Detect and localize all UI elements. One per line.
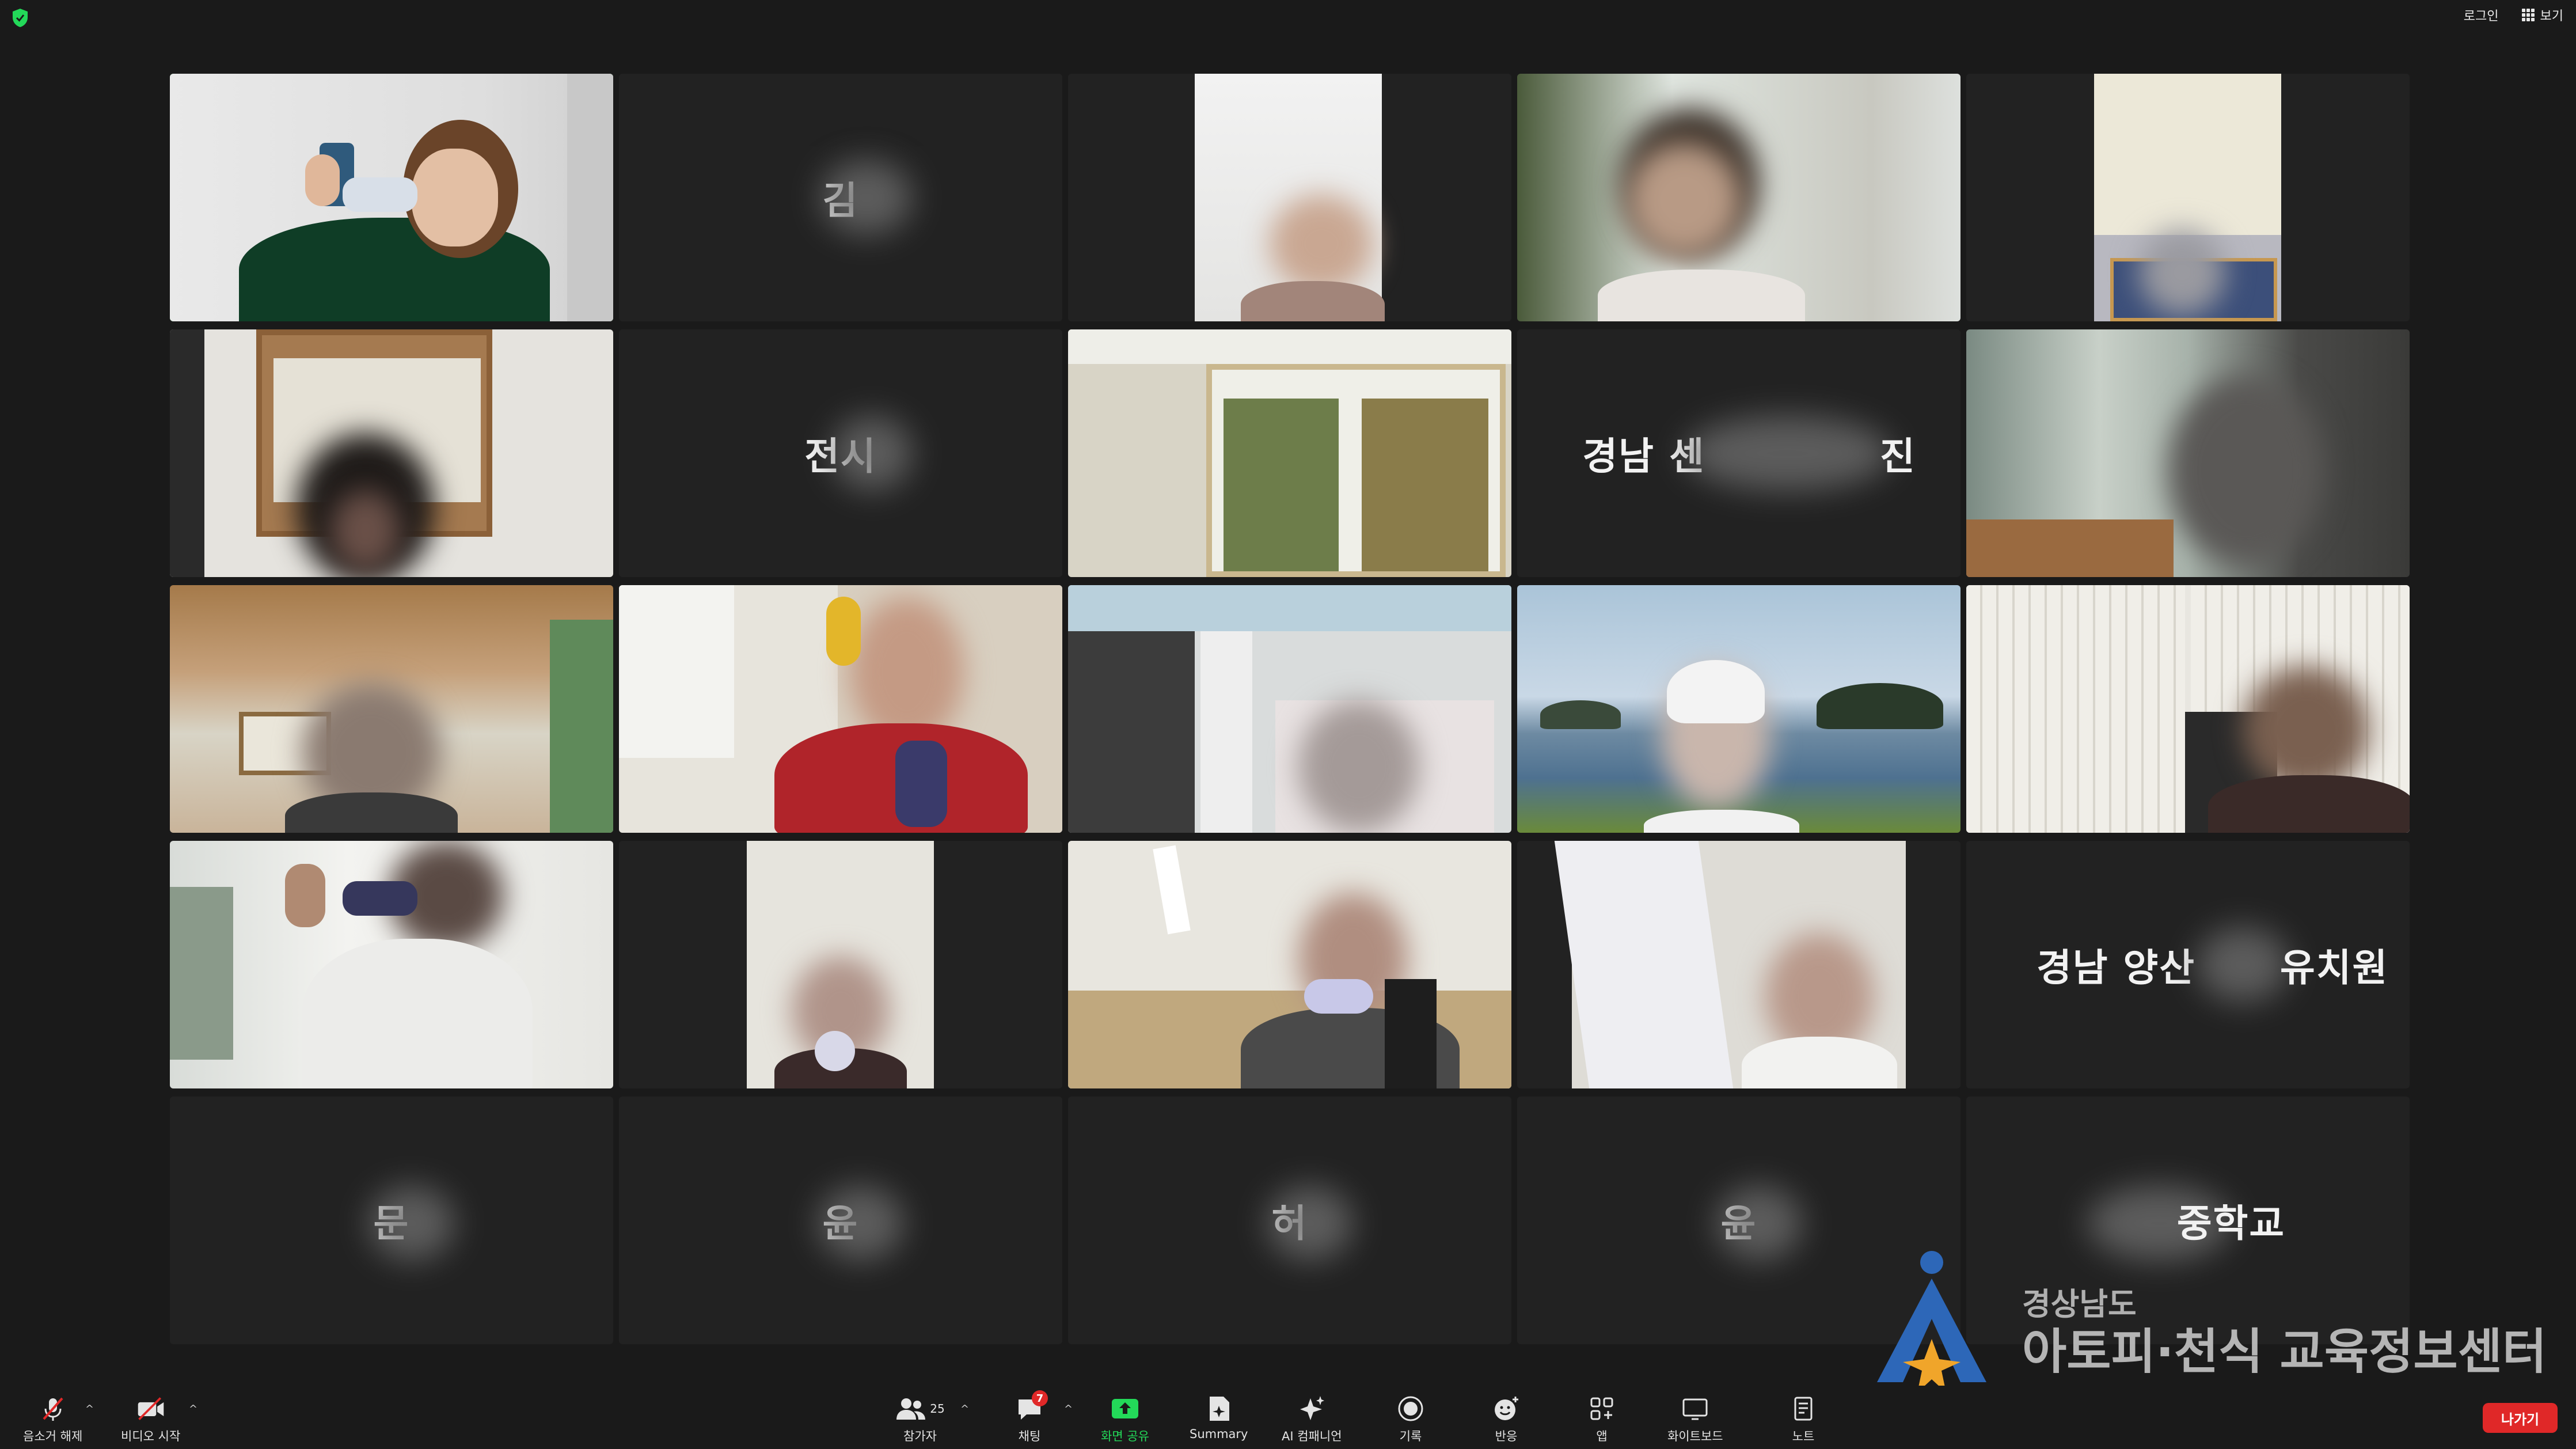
- video-options-caret-icon[interactable]: ^: [189, 1403, 197, 1415]
- video-tile[interactable]: [1966, 329, 2410, 577]
- participant-tile-name[interactable]: 경남 센 진: [1517, 329, 1961, 577]
- apps-button[interactable]: 앱: [1587, 1394, 1617, 1444]
- participant-name-left: 경남 양산: [2037, 946, 2195, 990]
- participants-label: 참가자: [903, 1429, 937, 1443]
- unmute-button[interactable]: 음소거 해제: [23, 1394, 82, 1444]
- video-tile[interactable]: [1068, 841, 1511, 1088]
- chat-caret-icon[interactable]: ^: [1064, 1403, 1073, 1415]
- microphone-muted-icon: [43, 1397, 63, 1421]
- ai-companion-label: AI 컴패니언: [1282, 1429, 1342, 1443]
- video-tile[interactable]: [1966, 74, 2410, 321]
- reaction-smiley-icon: [1495, 1397, 1518, 1420]
- video-tile[interactable]: [170, 585, 613, 833]
- participant-name-right: 진: [1880, 434, 1916, 479]
- participant-tile-name[interactable]: 경남 양산 유치원: [1966, 841, 2410, 1088]
- summary-button[interactable]: Summary: [1190, 1394, 1248, 1441]
- whiteboard-button[interactable]: 화이트보드: [1667, 1394, 1723, 1444]
- summary-document-icon: [1209, 1397, 1229, 1421]
- video-tile[interactable]: [619, 585, 1062, 833]
- apps-label: 앱: [1596, 1429, 1608, 1443]
- leave-meeting-button[interactable]: 나가기: [2483, 1403, 2558, 1433]
- gallery-grid: 김 전시: [170, 74, 2410, 1346]
- video-tile[interactable]: [170, 841, 613, 1088]
- notes-label: 노트: [1792, 1429, 1815, 1443]
- record-button[interactable]: 기록: [1396, 1394, 1426, 1444]
- ai-sparkle-icon: [1300, 1396, 1325, 1420]
- login-link[interactable]: 로그인: [2464, 6, 2499, 24]
- video-tile-presenter[interactable]: [170, 74, 613, 321]
- chat-button[interactable]: 7 채팅: [1015, 1390, 1048, 1444]
- security-shield-icon[interactable]: [12, 8, 29, 28]
- reactions-button[interactable]: 반응: [1491, 1394, 1521, 1444]
- participant-tile-name[interactable]: 윤: [619, 1097, 1062, 1344]
- participant-name-right: 유치원: [2280, 946, 2389, 990]
- video-tile[interactable]: [1517, 585, 1961, 833]
- video-tile[interactable]: [1068, 329, 1511, 577]
- start-video-label: 비디오 시작: [121, 1429, 181, 1443]
- logo-center-name: 아토피·천식 교육정보센터: [2022, 1323, 2547, 1380]
- unmute-label: 음소거 해제: [23, 1429, 83, 1443]
- share-screen-icon: [1111, 1399, 1138, 1418]
- video-tile[interactable]: [1068, 585, 1511, 833]
- video-camera-off-icon: [138, 1397, 164, 1420]
- education-center-logo: 경상남도 아토피·천식 교육정보센터: [1871, 1250, 2547, 1399]
- ai-companion-button[interactable]: AI 컴패니언: [1282, 1394, 1342, 1444]
- meeting-toolbar: 음소거 해제 ^ 비디오 시작 ^ 25 참가자 ^ 7 채팅 ^ 화면 공유 …: [0, 1386, 2576, 1449]
- share-screen-label: 화면 공유: [1101, 1429, 1149, 1443]
- view-label: 보기: [2540, 9, 2563, 24]
- participants-button[interactable]: 25 참가자: [891, 1394, 949, 1444]
- logo-symbol-icon: [1877, 1251, 1986, 1393]
- video-tile[interactable]: [1966, 585, 2410, 833]
- record-label: 기록: [1399, 1429, 1422, 1443]
- notes-button[interactable]: 노트: [1788, 1394, 1818, 1444]
- reactions-label: 반응: [1495, 1429, 1518, 1443]
- summary-label: Summary: [1190, 1427, 1248, 1441]
- view-menu[interactable]: 보기: [2521, 6, 2563, 24]
- audio-options-caret-icon[interactable]: ^: [85, 1403, 94, 1415]
- whiteboard-label: 화이트보드: [1667, 1429, 1723, 1443]
- participant-tile-name[interactable]: 문: [170, 1097, 613, 1344]
- chat-unread-badge: 7: [1032, 1390, 1048, 1406]
- participant-tile-name[interactable]: 전시: [619, 329, 1062, 577]
- start-video-button[interactable]: 비디오 시작: [121, 1394, 180, 1444]
- share-screen-button[interactable]: 화면 공유: [1101, 1394, 1149, 1444]
- video-tile[interactable]: [1068, 74, 1511, 321]
- grid-view-icon: [2521, 9, 2535, 21]
- participants-icon: [896, 1398, 926, 1420]
- participant-tile-name[interactable]: 김: [619, 74, 1062, 321]
- participants-caret-icon[interactable]: ^: [960, 1403, 969, 1415]
- record-icon: [1398, 1396, 1423, 1421]
- video-tile[interactable]: [1517, 74, 1961, 321]
- video-tile[interactable]: [619, 841, 1062, 1088]
- participant-name-right: 중학교: [2176, 1201, 2286, 1246]
- video-tile[interactable]: [1517, 841, 1961, 1088]
- notes-icon: [1794, 1397, 1813, 1421]
- participants-count: 25: [930, 1402, 945, 1416]
- top-bar: 로그인 보기: [0, 0, 2576, 35]
- participant-tile-name[interactable]: 허: [1068, 1097, 1511, 1344]
- zoom-meeting-window: 로그인 보기 김: [0, 0, 2576, 1449]
- apps-icon: [1590, 1397, 1613, 1420]
- whiteboard-icon: [1682, 1398, 1708, 1420]
- chat-label: 채팅: [1018, 1429, 1041, 1443]
- video-tile[interactable]: [170, 329, 613, 577]
